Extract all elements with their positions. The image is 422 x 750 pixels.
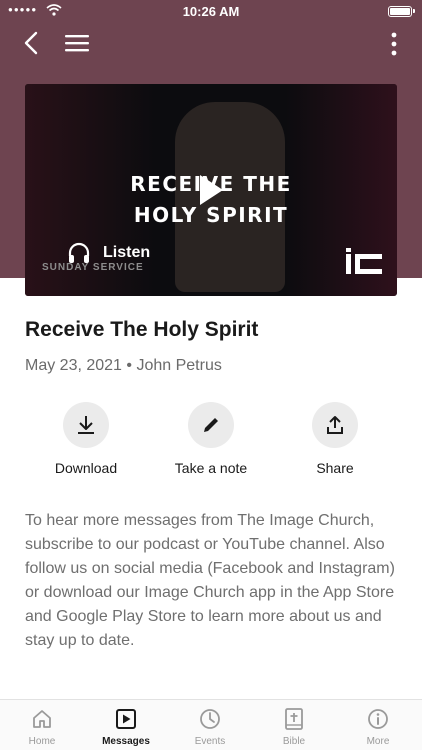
download-icon (78, 416, 94, 434)
hamburger-icon[interactable] (64, 32, 90, 54)
top-navigation (0, 28, 422, 60)
tab-messages[interactable]: Messages (84, 700, 168, 750)
status-time: 10:26 AM (182, 4, 240, 19)
pencil-icon (204, 418, 218, 432)
info-icon (368, 709, 388, 729)
download-label: Download (54, 460, 118, 476)
bible-icon (285, 708, 303, 730)
vertical-dots-icon[interactable] (390, 30, 398, 58)
share-button[interactable]: Share (275, 402, 395, 476)
clock-icon (200, 709, 220, 729)
take-note-label: Take a note (174, 460, 248, 476)
status-bar: ●●●●● 10:26 AM (0, 0, 422, 24)
chevron-left-icon[interactable] (20, 30, 44, 56)
tab-home-label: Home (28, 736, 56, 747)
message-speaker: John Petrus (136, 357, 222, 374)
download-button[interactable]: Download (26, 402, 146, 476)
video-player[interactable]: RECEIVE THE HOLY SPIRIT Listen SUNDAY SE… (25, 84, 397, 296)
share-icon (327, 416, 343, 434)
message-date: May 23, 2021 (25, 357, 122, 374)
battery-icon (388, 6, 415, 17)
series-label: SUNDAY SERVICE (42, 262, 144, 273)
bottom-tab-bar: Home Messages Events Bible More (0, 699, 422, 750)
tab-home[interactable]: Home (0, 700, 84, 750)
meta-separator: • (126, 357, 133, 374)
tab-events[interactable]: Events (168, 700, 252, 750)
tab-events-label: Events (194, 736, 226, 747)
listen-label: Listen (103, 244, 151, 261)
play-icon[interactable] (196, 172, 226, 208)
message-description: To hear more messages from The Image Chu… (25, 512, 395, 649)
message-actions: Download Take a note Share (0, 402, 422, 482)
tab-more-label: More (366, 736, 390, 747)
church-logo (346, 248, 382, 274)
share-label: Share (316, 460, 354, 476)
home-icon (33, 710, 51, 728)
tab-messages-label: Messages (102, 736, 150, 747)
take-note-button[interactable]: Take a note (151, 402, 271, 476)
tab-more[interactable]: More (336, 700, 420, 750)
play-square-icon (116, 709, 136, 729)
tab-bible[interactable]: Bible (252, 700, 336, 750)
message-meta: May 23, 2021 • John Petrus (25, 357, 222, 375)
message-title: Receive The Holy Spirit (25, 318, 259, 341)
tab-bible-label: Bible (282, 736, 306, 747)
